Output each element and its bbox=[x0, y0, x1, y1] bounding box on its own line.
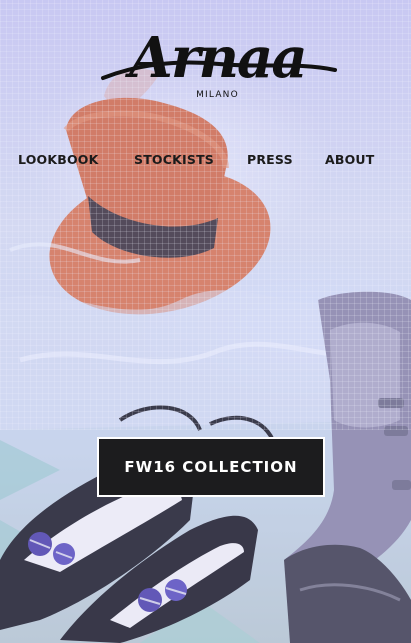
nav-about[interactable]: ABOUT bbox=[325, 152, 375, 167]
collection-button-label: FW16 COLLECTION bbox=[124, 458, 298, 476]
brand-subtitle: MILANO bbox=[196, 90, 239, 100]
nav-press[interactable]: PRESS bbox=[247, 152, 293, 167]
collection-button[interactable]: FW16 COLLECTION bbox=[97, 437, 325, 497]
nav-stockists[interactable]: STOCKISTS bbox=[134, 152, 214, 167]
nav-lookbook[interactable]: LOOKBOOK bbox=[18, 152, 99, 167]
brand-logo[interactable]: Arnaa MILANO bbox=[95, 26, 340, 104]
main-nav: LOOKBOOK STOCKISTS PRESS ABOUT bbox=[0, 152, 411, 172]
logo-swash bbox=[101, 60, 337, 80]
